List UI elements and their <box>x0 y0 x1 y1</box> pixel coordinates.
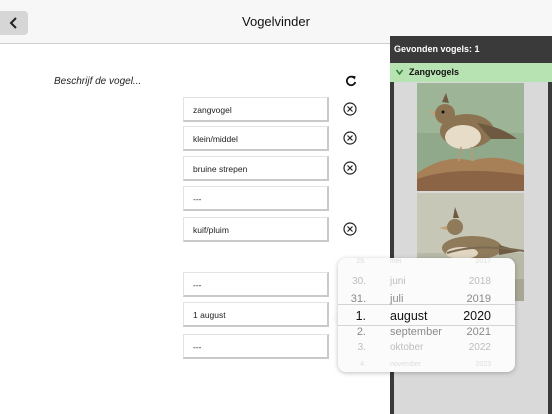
picker-month[interactable]: mei <box>390 258 401 265</box>
picker-day[interactable]: 31. <box>342 293 366 305</box>
page-title: Vogelvinder <box>242 14 310 29</box>
picker-month[interactable]: august <box>390 309 428 323</box>
bird-photo[interactable] <box>417 83 524 191</box>
clear-icon[interactable] <box>343 102 357 116</box>
results-count: Gevonden vogels: 1 <box>394 44 480 54</box>
picker-day[interactable]: 1. <box>342 309 366 323</box>
field-value[interactable]: --- <box>183 186 329 211</box>
field-value[interactable]: klein/middel <box>183 126 329 151</box>
picker-day[interactable]: 2. <box>342 326 366 338</box>
picker-day[interactable]: 4. <box>342 361 366 368</box>
picker-day[interactable]: 29. <box>342 258 366 265</box>
picker-month[interactable]: juli <box>390 293 403 305</box>
chevron-down-icon <box>396 69 403 75</box>
clear-icon[interactable] <box>343 131 357 145</box>
field-value[interactable]: --- <box>183 334 329 359</box>
result-group-label: Zangvogels <box>409 67 460 77</box>
picker-year[interactable]: 2020 <box>451 309 491 323</box>
picker-month[interactable]: juni <box>390 276 406 287</box>
field-value[interactable]: kuif/pluim <box>183 217 329 242</box>
result-group-header[interactable]: Zangvogels <box>390 63 552 82</box>
clear-icon[interactable] <box>343 161 357 175</box>
field-value[interactable]: bruine strepen <box>183 156 329 181</box>
picker-year[interactable]: 2023 <box>451 361 491 368</box>
picker-year[interactable]: 2019 <box>451 293 491 305</box>
field-value[interactable]: --- <box>183 272 329 297</box>
form-prompt: Beschrijf de vogel... <box>54 76 142 87</box>
picker-day[interactable]: 3. <box>342 342 366 353</box>
field-value[interactable]: zangvogel <box>183 97 329 122</box>
picker-year[interactable]: 2022 <box>451 342 491 353</box>
picker-month[interactable]: oktober <box>390 342 423 353</box>
picker-year[interactable]: 2018 <box>451 276 491 287</box>
picker-month[interactable]: november <box>390 361 421 368</box>
picker-day[interactable]: 30. <box>342 276 366 287</box>
picker-month[interactable]: september <box>390 326 442 338</box>
date-picker[interactable]: 29. 30. 31. 1. 2. 3. 4. mei juni juli august septem… <box>338 258 515 372</box>
field-value[interactable]: 1 august <box>183 302 329 327</box>
picker-year[interactable]: 2017 <box>451 258 491 265</box>
refresh-icon[interactable] <box>345 75 357 87</box>
picker-year[interactable]: 2021 <box>451 326 491 338</box>
clear-icon[interactable] <box>343 222 357 236</box>
